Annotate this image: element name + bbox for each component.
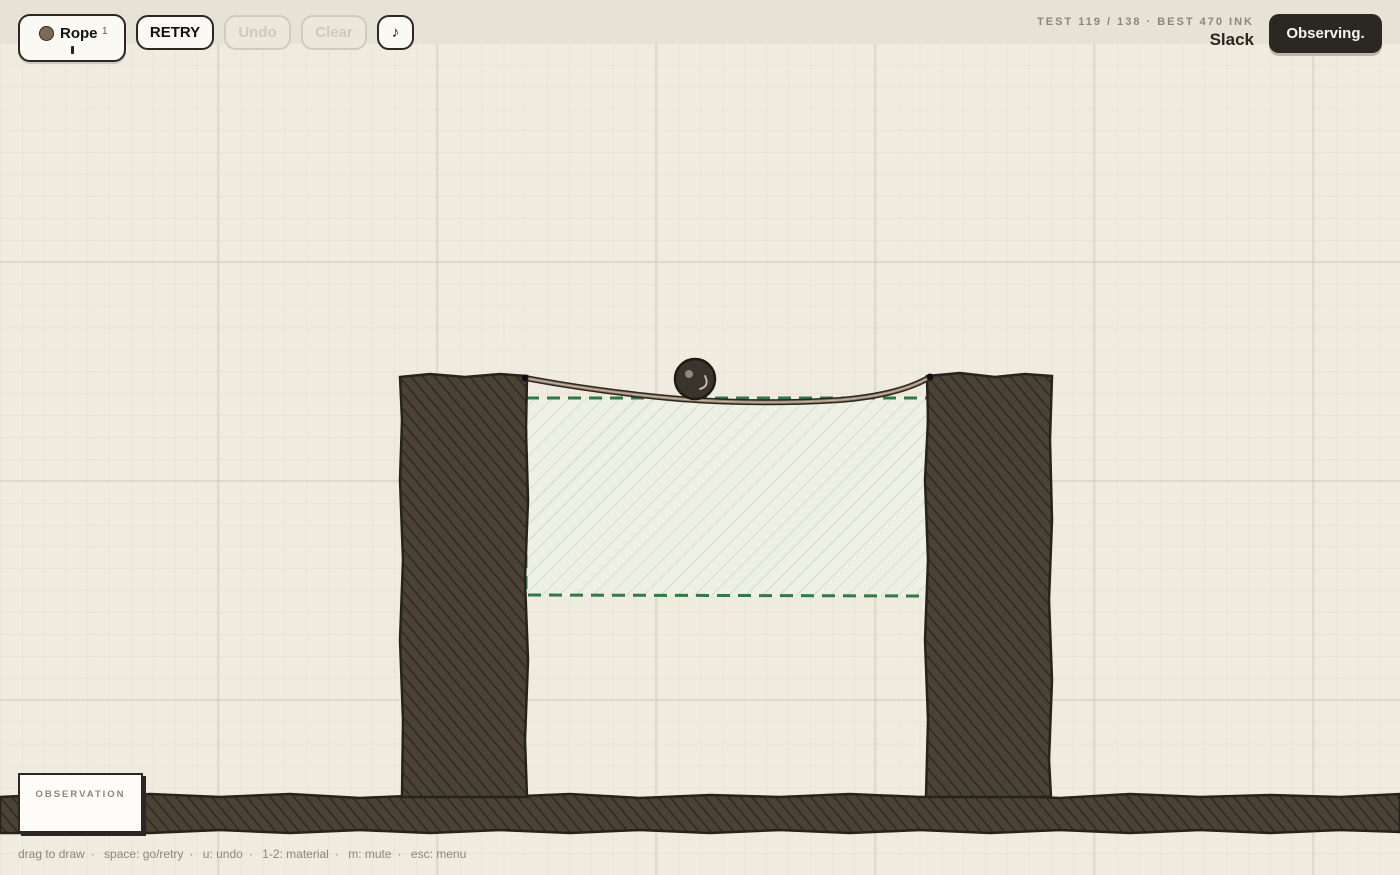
status-badge: Observing. bbox=[1269, 14, 1382, 53]
clear-button[interactable]: Clear bbox=[301, 15, 367, 50]
keyboard-hints: drag to draw · space: go/retry · u: undo · … bbox=[18, 847, 467, 861]
play-canvas[interactable] bbox=[0, 0, 1400, 875]
hint-item: 1-2: material bbox=[262, 847, 329, 861]
ball bbox=[673, 357, 717, 401]
material-label: Rope bbox=[60, 25, 98, 42]
right-pillar bbox=[923, 371, 1054, 799]
observation-panel: OBSERVATION bbox=[18, 773, 143, 833]
material-indicator bbox=[71, 46, 74, 54]
hint-item: u: undo bbox=[202, 847, 243, 861]
undo-button[interactable]: Undo bbox=[224, 15, 291, 50]
material-count: 1 bbox=[102, 26, 108, 37]
hint-item: space: go/retry bbox=[104, 847, 184, 861]
music-note-icon: ♪ bbox=[391, 24, 400, 41]
left-pillar bbox=[398, 372, 530, 799]
rope-material-icon bbox=[39, 26, 54, 41]
hint-item: drag to draw bbox=[18, 847, 85, 861]
material-button[interactable]: Rope 1 bbox=[18, 14, 126, 62]
mute-button[interactable]: ♪ bbox=[377, 15, 414, 50]
hint-item: m: mute bbox=[348, 847, 392, 861]
goal-zone bbox=[524, 396, 930, 598]
retry-button[interactable]: RETRY bbox=[136, 15, 214, 50]
level-title: Slack bbox=[1209, 30, 1254, 49]
game-stage: Rope 1 RETRY Undo Clear ♪ TEST 119 / 138… bbox=[0, 0, 1400, 875]
observation-label: OBSERVATION bbox=[35, 789, 126, 800]
test-progress: TEST 119 / 138 · BEST 470 INK bbox=[1037, 16, 1254, 28]
hint-item: esc: menu bbox=[410, 847, 467, 861]
ground-block bbox=[0, 792, 1400, 835]
